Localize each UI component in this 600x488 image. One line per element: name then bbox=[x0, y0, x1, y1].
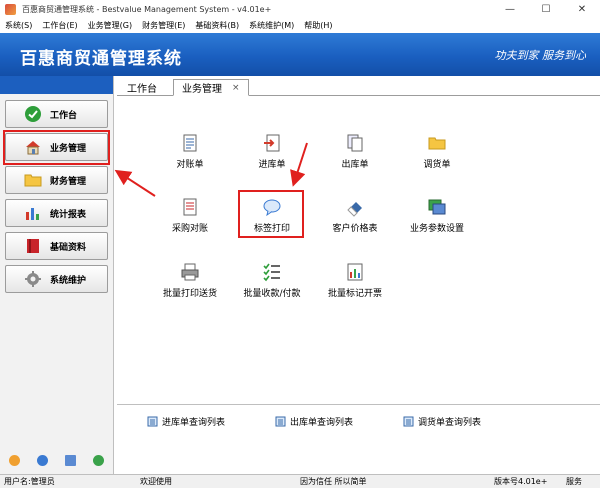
arrow-to-label-print bbox=[290, 142, 308, 187]
annotation-arrows bbox=[114, 142, 308, 197]
arrow-to-sidebar bbox=[114, 169, 156, 197]
